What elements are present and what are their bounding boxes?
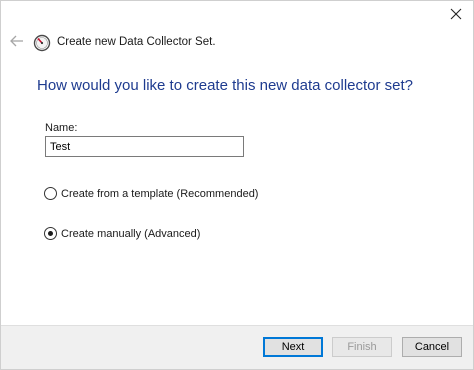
button-bar: Next Finish Cancel [1,325,473,369]
manual-option[interactable]: Create manually (Advanced) [44,227,200,240]
close-button[interactable] [445,5,467,27]
finish-button[interactable]: Finish [332,337,392,357]
name-label: Name: [45,122,78,134]
wizard-header: Create new Data Collector Set. [1,31,473,55]
template-option[interactable]: Create from a template (Recommended) [44,187,258,200]
manual-radio[interactable] [44,227,57,240]
template-radio[interactable] [44,187,57,200]
window-title: Create new Data Collector Set. [57,36,216,48]
name-input[interactable] [45,136,244,157]
page-heading: How would you like to create this new da… [37,77,414,94]
next-button[interactable]: Next [263,337,323,357]
performance-monitor-icon [33,34,51,52]
back-button[interactable] [7,33,27,53]
back-arrow-icon [10,34,24,52]
cancel-button[interactable]: Cancel [402,337,462,357]
manual-option-label: Create manually (Advanced) [61,227,201,240]
wizard-window: Create new Data Collector Set. How would… [0,0,474,370]
close-icon [450,7,462,25]
template-option-label: Create from a template (Recommended) [61,187,259,200]
